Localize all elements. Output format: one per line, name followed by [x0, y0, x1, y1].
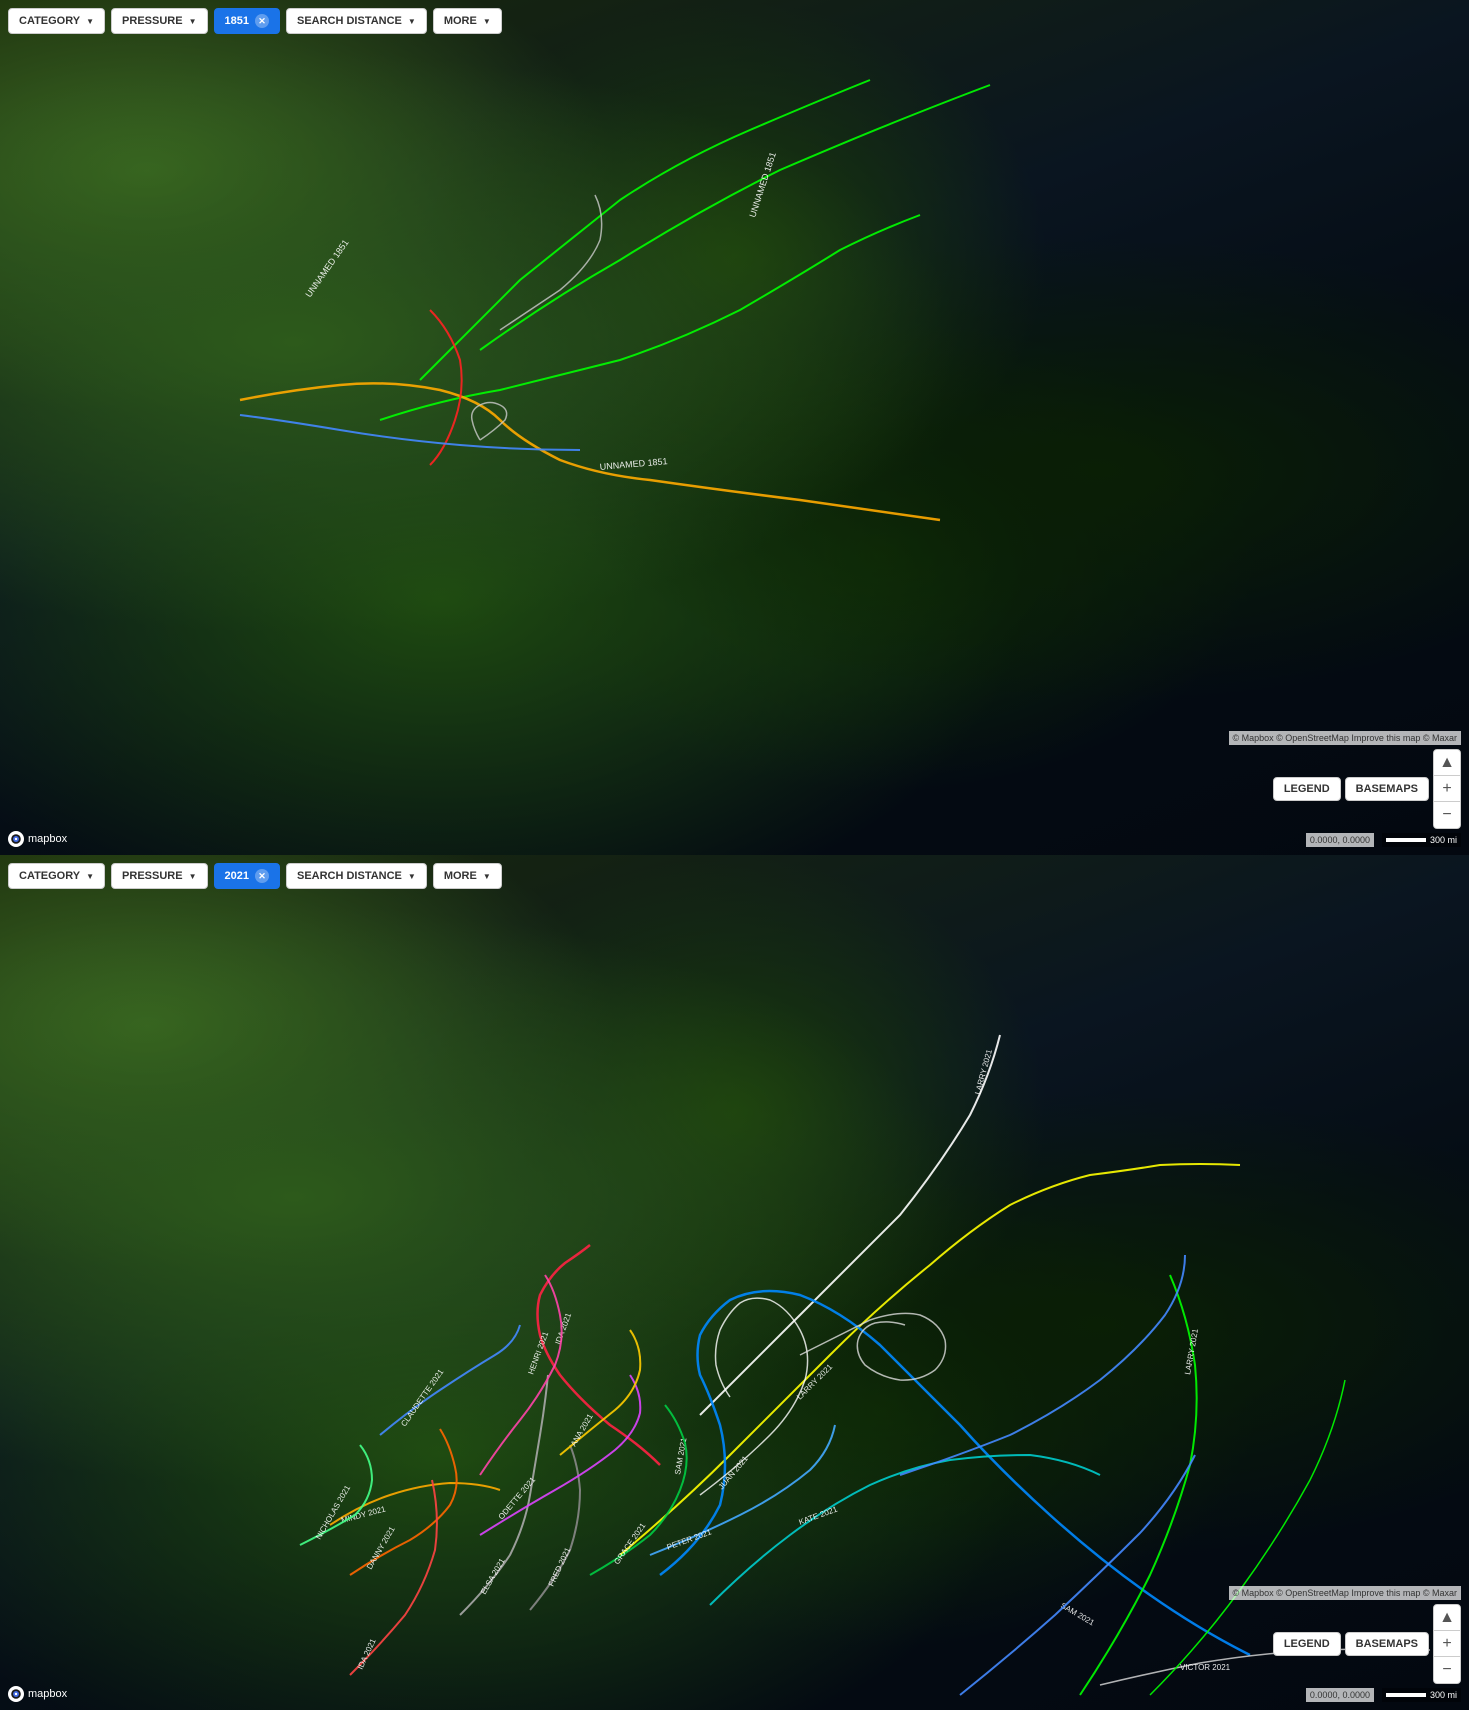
more-label-1851: MORE [444, 15, 477, 27]
attribution-2021: © Mapbox © OpenStreetMap Improve this ma… [1229, 1586, 1461, 1600]
mapbox-label-2021: mapbox [28, 1688, 67, 1700]
more-chevron-1851: ▼ [483, 17, 491, 26]
map-background-1851 [0, 0, 1469, 855]
year-button-2021[interactable]: 2021 ✕ [214, 863, 280, 889]
year-close-2021[interactable]: ✕ [255, 869, 269, 883]
pressure-button-2021[interactable]: PRESSURE ▼ [111, 863, 207, 889]
map-buttons-1851: LEGEND BASEMAPS [1273, 777, 1429, 801]
scale-label-2021: 300 mi [1430, 1690, 1457, 1700]
search-distance-chevron-1851: ▼ [408, 17, 416, 26]
year-close-1851[interactable]: ✕ [255, 14, 269, 28]
year-label-1851: 1851 [225, 15, 249, 27]
category-chevron-2021: ▼ [86, 872, 94, 881]
scale-bar-2021: 300 mi [1382, 1688, 1461, 1702]
year-label-2021: 2021 [225, 870, 249, 882]
map-buttons-2021: LEGEND BASEMAPS [1273, 1632, 1429, 1656]
search-distance-chevron-2021: ▼ [408, 872, 416, 881]
zoom-in-2021[interactable]: + [1434, 1631, 1460, 1657]
zoom-north-1851[interactable]: ▲ [1434, 750, 1460, 776]
category-label-2021: CATEGORY [19, 870, 80, 882]
category-label-1851: CATEGORY [19, 15, 80, 27]
zoom-north-2021[interactable]: ▲ [1434, 1605, 1460, 1631]
search-distance-button-1851[interactable]: SEARCH DISTANCE ▼ [286, 8, 427, 34]
coords-2021: 0.0000, 0.0000 [1306, 1688, 1374, 1702]
bottom-controls-2021: © Mapbox © OpenStreetMap Improve this ma… [1229, 1586, 1461, 1702]
search-distance-label-1851: SEARCH DISTANCE [297, 15, 402, 27]
toolbar-2021: CATEGORY ▼ PRESSURE ▼ 2021 ✕ SEARCH DIST… [8, 863, 502, 889]
year-button-1851[interactable]: 1851 ✕ [214, 8, 280, 34]
zoom-controls-2021: ▲ + − [1433, 1604, 1461, 1684]
search-distance-label-2021: SEARCH DISTANCE [297, 870, 402, 882]
legend-button-2021[interactable]: LEGEND [1273, 1632, 1341, 1656]
map-panel-2021: LARRY 2021 LARRY 2021 SAM 2021 SAM 2021 … [0, 855, 1469, 1710]
legend-button-1851[interactable]: LEGEND [1273, 777, 1341, 801]
more-label-2021: MORE [444, 870, 477, 882]
pressure-chevron-1851: ▼ [189, 17, 197, 26]
mapbox-logo-1851: mapbox [8, 831, 67, 847]
pressure-button-1851[interactable]: PRESSURE ▼ [111, 8, 207, 34]
mapbox-logo-icon-1851 [8, 831, 24, 847]
scale-bar-1851: 300 mi [1382, 833, 1461, 847]
more-button-2021[interactable]: MORE ▼ [433, 863, 502, 889]
basemaps-button-1851[interactable]: BASEMAPS [1345, 777, 1429, 801]
zoom-controls-1851: ▲ + − [1433, 749, 1461, 829]
search-distance-button-2021[interactable]: SEARCH DISTANCE ▼ [286, 863, 427, 889]
mapbox-label-1851: mapbox [28, 833, 67, 845]
zoom-out-2021[interactable]: − [1434, 1657, 1460, 1683]
coords-1851: 0.0000, 0.0000 [1306, 833, 1374, 847]
bottom-controls-1851: © Mapbox © OpenStreetMap Improve this ma… [1229, 731, 1461, 847]
pressure-label-2021: PRESSURE [122, 870, 183, 882]
toolbar-1851: CATEGORY ▼ PRESSURE ▼ 1851 ✕ SEARCH DIST… [8, 8, 502, 34]
basemaps-button-2021[interactable]: BASEMAPS [1345, 1632, 1429, 1656]
more-button-1851[interactable]: MORE ▼ [433, 8, 502, 34]
category-button-1851[interactable]: CATEGORY ▼ [8, 8, 105, 34]
pressure-chevron-2021: ▼ [189, 872, 197, 881]
attribution-1851: © Mapbox © OpenStreetMap Improve this ma… [1229, 731, 1461, 745]
mapbox-logo-icon-2021 [8, 1686, 24, 1702]
map-background-2021 [0, 855, 1469, 1710]
pressure-label-1851: PRESSURE [122, 15, 183, 27]
category-button-2021[interactable]: CATEGORY ▼ [8, 863, 105, 889]
category-chevron-1851: ▼ [86, 17, 94, 26]
zoom-in-1851[interactable]: + [1434, 776, 1460, 802]
scale-label-1851: 300 mi [1430, 835, 1457, 845]
more-chevron-2021: ▼ [483, 872, 491, 881]
mapbox-logo-2021: mapbox [8, 1686, 67, 1702]
map-panel-1851: UNNAMED 1851 UNNAMED 1851 UNNAMED 1851 C… [0, 0, 1469, 855]
zoom-out-1851[interactable]: − [1434, 802, 1460, 828]
